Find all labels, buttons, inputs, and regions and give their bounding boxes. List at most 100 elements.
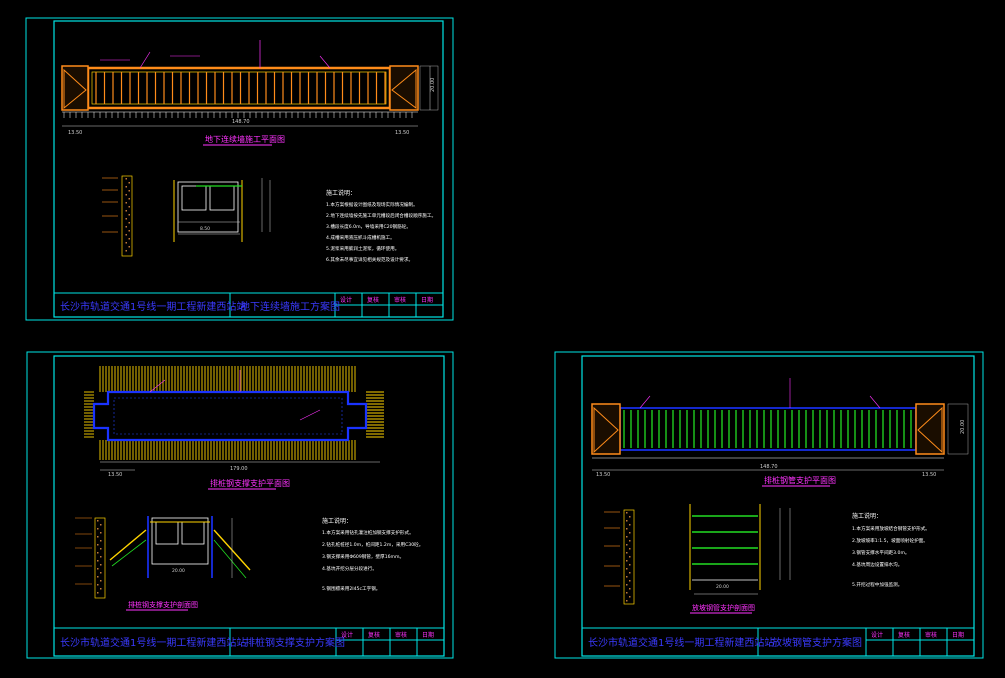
sheet-3-plan-view: 148.70 13.50 13.50 20.00 [591, 378, 969, 478]
sheet-2-tb-date: 日期 [422, 631, 434, 639]
soil-dot [100, 588, 102, 590]
sheet-2-tb-check: 复核 [368, 631, 380, 639]
soil-dot [100, 580, 102, 582]
sheet-1-dim-length: 148.70 [232, 119, 250, 125]
soil-dot [100, 572, 102, 574]
soil-dot [629, 516, 631, 518]
soil-dot [100, 540, 102, 542]
soil-dot [97, 528, 99, 530]
sheet-1-dim-left: 13.50 [68, 130, 82, 136]
soil-dot [626, 600, 628, 602]
sheet-3-notes: 施工说明： 1.本方案采用放坡结合钢管支护形式。 2.放坡坡率1:1.5，坡面喷… [852, 512, 930, 588]
sheet-3-section-title: 放坡钢管支护剖面图 [692, 603, 755, 612]
soil-dot [626, 592, 628, 594]
sheet-1-notes-heading: 施工说明： [326, 189, 356, 197]
sheet-1-note-5: 5.泥浆采用膨润土泥浆，循环使用。 [326, 245, 399, 252]
sheet-2-note-4: 4.基坑开挖分层分段进行。 [322, 565, 377, 572]
soil-dot [629, 588, 631, 590]
sheet-2-note-5: 5.钢围檩采用2I45c工字钢。 [322, 585, 380, 592]
soil-dot [100, 548, 102, 550]
sheet-1-plan-title: 地下连续墙施工平面图 [205, 134, 285, 144]
soil-dot [629, 596, 631, 598]
soil-dot [626, 520, 628, 522]
sheet-3-outer-frame [554, 351, 984, 659]
soil-dot [97, 552, 99, 554]
soil-dot [626, 584, 628, 586]
sheet-1-tb-date: 日期 [421, 296, 433, 304]
soil-dot [629, 556, 631, 558]
soil-dot [125, 234, 127, 236]
soil-dot [128, 222, 130, 224]
soil-dot [629, 540, 631, 542]
soil-dot [629, 548, 631, 550]
sheet-2-tb-design: 设计 [341, 631, 353, 639]
soil-dot [100, 556, 102, 558]
soil-dot [626, 560, 628, 562]
soil-dot [97, 560, 99, 562]
sheet-3-section-dim: 20.00 [716, 584, 729, 590]
sheet-2[interactable]: 长沙市轨道交通1号线一期工程新建西站站 排桩钢支撑支护方案图 设计 复核 审核 … [26, 351, 454, 659]
soil-dot [97, 520, 99, 522]
sheet-2-notes: 施工说明： 1.本方案采用钻孔灌注桩加钢支撑支护形式。 2.钻孔桩桩径1.0m，… [322, 517, 423, 592]
soil-dot [128, 190, 130, 192]
sheet-3[interactable]: 长沙市轨道交通1号线一期工程新建西站站 放坡钢管支护方案图 设计 复核 审核 日… [554, 351, 984, 659]
soil-dot [97, 576, 99, 578]
sheet-1-note-1: 1.本方案根据设计图纸及现场实际情况编制。 [326, 201, 418, 208]
sheet-3-note-3: 3.钢管支撑水平间距3.0m。 [852, 549, 910, 556]
soil-dot [128, 246, 130, 248]
sheet-1-note-4: 4.成槽采用液压抓斗成槽机施工。 [326, 234, 395, 241]
soil-dot [128, 206, 130, 208]
soil-dot [97, 536, 99, 538]
sheet-3-tb-design: 设计 [871, 631, 883, 639]
soil-dot [100, 524, 102, 526]
sheet-2-notes-heading: 施工说明： [322, 517, 352, 525]
soil-dot [128, 230, 130, 232]
sheet-1-notes: 施工说明： 1.本方案根据设计图纸及现场实际情况编制。 2.地下连续墙按先施工单… [326, 189, 436, 263]
sheet-1-dim-width: 20.00 [430, 78, 436, 92]
sheet-2-plan-view: 179.00 13.50 [84, 366, 384, 478]
soil-dot [125, 226, 127, 228]
sheet-2-project-title: 长沙市轨道交通1号线一期工程新建西站站 [60, 636, 246, 649]
soil-dot [125, 178, 127, 180]
sheet-1-project-title: 长沙市轨道交通1号线一期工程新建西站站 [60, 300, 246, 313]
sheet-2-drawing-title: 排桩钢支撑支护方案图 [245, 636, 345, 649]
sheet-1-tb-review: 审核 [394, 296, 406, 304]
soil-dot [629, 572, 631, 574]
sheet-3-project-title: 长沙市轨道交通1号线一期工程新建西站站 [588, 636, 774, 649]
soil-dot [100, 564, 102, 566]
sheet-1-drawing-title: 地下连续墙施工方案图 [240, 300, 340, 313]
sheet-1[interactable]: 长沙市轨道交通1号线一期工程新建西站站 地下连续墙施工方案图 设计 复核 审核 … [25, 17, 454, 321]
sheet-1-outer-frame [25, 17, 454, 321]
sheet-3-notes-heading: 施工说明： [852, 512, 882, 520]
sheet-3-tb-review: 审核 [925, 631, 937, 639]
sheet-2-section-title: 排桩钢支撑支护剖面图 [128, 600, 198, 609]
soil-dot [626, 544, 628, 546]
soil-dot [97, 544, 99, 546]
soil-dot [125, 186, 127, 188]
sheet-1-section-view: 8.50 [102, 175, 271, 257]
soil-dot [97, 592, 99, 594]
soil-dot [125, 202, 127, 204]
sheet-3-dim-left: 13.50 [596, 472, 610, 478]
soil-dot [128, 198, 130, 200]
soil-dot [128, 214, 130, 216]
soil-dot [626, 536, 628, 538]
sheet-3-note-5: 5.开挖过程中加强监测。 [852, 581, 902, 588]
sheet-2-note-1: 1.本方案采用钻孔灌注桩加钢支撑支护形式。 [322, 529, 414, 536]
soil-dot [97, 568, 99, 570]
soil-dot [626, 576, 628, 578]
sheet-1-inner-frame [53, 20, 444, 318]
sheet-1-tb-design: 设计 [340, 296, 352, 304]
sheet-3-note-4: 4.基坑周边设置排水沟。 [852, 561, 902, 568]
sheet-3-tb-check: 复核 [898, 631, 910, 639]
soil-dot [100, 532, 102, 534]
sheet-1-plan-view: 148.70 13.50 13.50 20.00 [61, 40, 439, 136]
sheet-2-tb-review: 审核 [395, 631, 407, 639]
soil-dot [629, 524, 631, 526]
sheet-1-dim-right: 13.50 [395, 130, 409, 136]
soil-dot [626, 552, 628, 554]
sheet-3-drawing-title: 放坡钢管支护方案图 [772, 636, 862, 649]
sheet-2-note-2: 2.钻孔桩桩径1.0m，桩间距1.2m，采用C30砼。 [322, 541, 423, 548]
soil-dot [128, 182, 130, 184]
sheet-1-tb-check: 复核 [367, 296, 379, 304]
